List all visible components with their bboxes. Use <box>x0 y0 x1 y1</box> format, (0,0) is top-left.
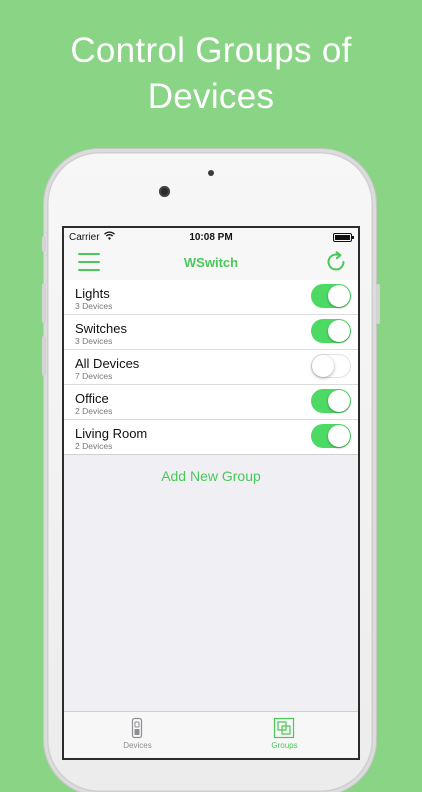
phone-power-button <box>376 284 380 324</box>
group-device-count: 3 Devices <box>75 336 113 346</box>
group-row-lights[interactable]: Lights 3 Devices <box>64 280 358 315</box>
refresh-icon[interactable] <box>324 250 348 274</box>
group-device-count: 2 Devices <box>75 441 113 451</box>
tab-devices-label: Devices <box>123 741 152 750</box>
group-row-office[interactable]: Office 2 Devices <box>64 385 358 420</box>
group-name: Lights <box>75 286 110 301</box>
tab-devices[interactable]: Devices <box>64 712 211 758</box>
phone-mute-switch <box>42 236 46 252</box>
app-title: WSwitch <box>183 255 239 270</box>
group-device-count: 3 Devices <box>75 301 113 311</box>
battery-icon <box>333 233 354 242</box>
group-row-switches[interactable]: Switches 3 Devices <box>64 315 358 350</box>
headline-line-2: Devices <box>147 77 275 116</box>
group-toggle-office[interactable] <box>311 389 351 413</box>
group-device-count: 2 Devices <box>75 406 113 416</box>
group-name: Switches <box>75 321 128 336</box>
groups-icon <box>273 717 295 739</box>
headline-line-1: Control Groups of <box>70 31 352 70</box>
group-device-count: 7 Devices <box>75 371 113 381</box>
add-new-group-button[interactable]: Add New Group <box>64 468 358 484</box>
device-icon <box>131 717 143 739</box>
status-time: 10:08 PM <box>189 232 233 243</box>
group-toggle-switches[interactable] <box>311 319 351 343</box>
phone-screen: Carrier 10:08 PM WSwitch Lights 3 Device… <box>64 228 358 758</box>
tab-groups[interactable]: Groups <box>211 712 358 758</box>
group-toggle-lights[interactable] <box>311 284 351 308</box>
front-camera <box>159 186 170 197</box>
phone-volume-down <box>42 336 46 376</box>
group-row-living-room[interactable]: Living Room 2 Devices <box>64 420 358 455</box>
nav-bar: WSwitch <box>64 246 358 281</box>
tab-groups-label: Groups <box>271 741 298 750</box>
group-name: All Devices <box>75 356 140 371</box>
headline: Control Groups of Devices <box>0 28 422 120</box>
proximity-sensor <box>208 170 214 176</box>
group-toggle-living-room[interactable] <box>311 424 351 448</box>
tab-bar: Devices Groups <box>64 711 358 758</box>
status-bar: Carrier 10:08 PM <box>64 228 358 246</box>
group-list: Lights 3 Devices Switches 3 Devices All … <box>64 280 358 455</box>
group-name: Office <box>75 391 109 406</box>
group-name: Living Room <box>75 426 148 441</box>
phone-volume-up <box>42 283 46 323</box>
group-row-all-devices[interactable]: All Devices 7 Devices <box>64 350 358 385</box>
group-toggle-all-devices[interactable] <box>311 354 351 378</box>
